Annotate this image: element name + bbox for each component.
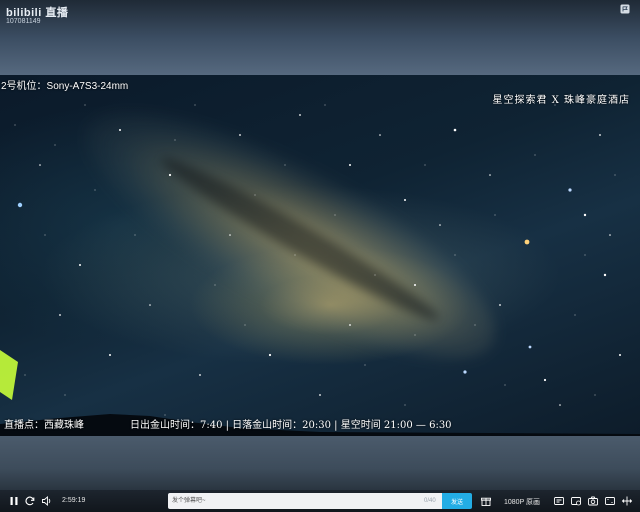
schedule-times-label: 日出金山时间：7:40 | 日落金山时间：20:30 | 星空时间 21:00 …: [130, 420, 452, 431]
pip-icon[interactable]: [604, 495, 616, 507]
star-field: [14, 104, 621, 416]
live-video[interactable]: 2号机位：Sony-A7S3-24mm 星空探索君 X 珠峰豪庭酒店 直播点：西…: [0, 75, 640, 436]
fullscreen-icon[interactable]: [621, 495, 633, 507]
screenshot-icon[interactable]: [587, 495, 599, 507]
video-blur-band: [0, 436, 640, 490]
gift-icon[interactable]: [480, 495, 492, 507]
flag-icon[interactable]: [620, 4, 630, 14]
quality-selector[interactable]: 1080P 原画: [504, 497, 540, 507]
green-light-streak: [0, 350, 18, 400]
camera-position-label: 2号机位：Sony-A7S3-24mm: [1, 81, 129, 92]
location-label: 直播点：西藏珠峰: [4, 420, 84, 431]
pause-icon[interactable]: [8, 495, 20, 507]
danmaku-char-count: 0/40: [424, 498, 436, 504]
send-danmaku-button[interactable]: 发送: [442, 493, 472, 509]
danmaku-input[interactable]: [168, 493, 442, 509]
elapsed-time: 2:59:19: [62, 497, 86, 504]
top-bar: bilibili 直播 107081149: [0, 0, 640, 75]
brand-watermark: 星空探索君 X 珠峰豪庭酒店: [492, 95, 630, 106]
player-control-bar: 2:59:19 0/40 发送 1080P 原画: [0, 490, 640, 512]
refresh-icon[interactable]: [24, 495, 36, 507]
danmaku-settings-icon[interactable]: [553, 495, 565, 507]
room-id: 107081149: [6, 18, 41, 25]
volume-icon[interactable]: [41, 495, 53, 507]
danmaku-toggle-icon[interactable]: [570, 495, 582, 507]
